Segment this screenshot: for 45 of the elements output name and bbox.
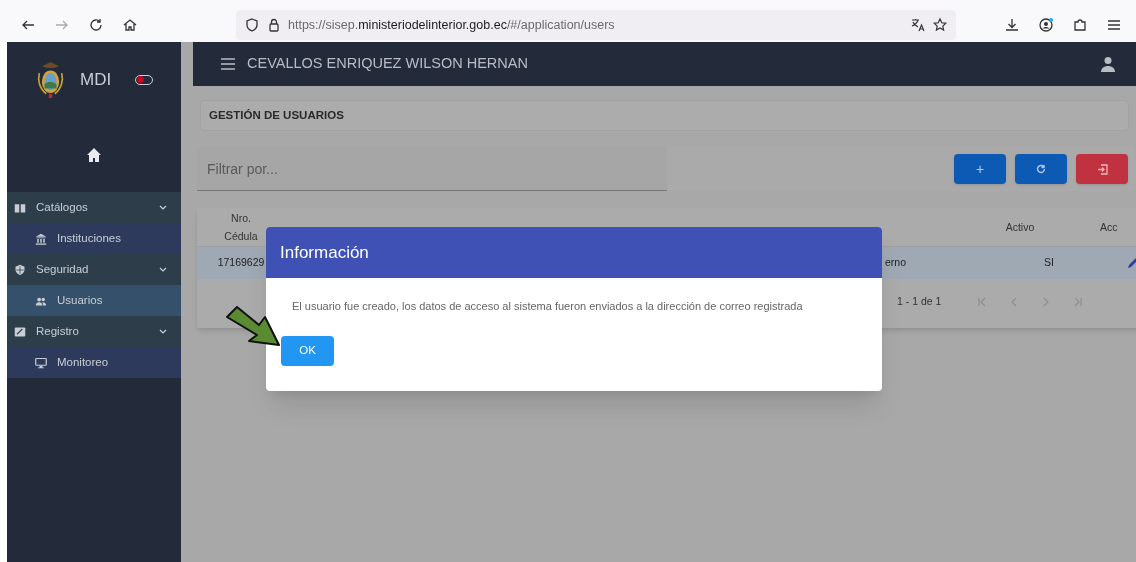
- lock-icon[interactable]: [266, 17, 282, 33]
- shield-icon: [14, 263, 26, 276]
- menu-item[interactable]: Usuarios: [7, 285, 181, 316]
- exit-icon: [1096, 163, 1108, 175]
- column-header: Nro. Cédula: [223, 211, 259, 244]
- page-title: GESTIÓN DE USUARIOS: [209, 107, 344, 123]
- home-icon[interactable]: [122, 17, 138, 33]
- download-icon[interactable]: [1004, 17, 1020, 33]
- dialog-message: El usuario fue creado, los datos de acceso al sistema fueron enviados a la dirección de correo registrada: [292, 299, 804, 314]
- table-cell-text: erno: [885, 255, 907, 271]
- menu-item[interactable]: Instituciones: [7, 223, 181, 254]
- bookmark-star-icon[interactable]: [932, 17, 948, 33]
- table-cell-text: SI: [1043, 255, 1055, 271]
- reload-icon[interactable]: [88, 17, 104, 33]
- home-icon[interactable]: [86, 146, 102, 163]
- menu-icon[interactable]: [221, 58, 235, 70]
- menu-icon[interactable]: [1106, 17, 1122, 33]
- user-icon[interactable]: [1100, 56, 1116, 72]
- arrow-icon: [225, 305, 281, 347]
- refresh-icon: [1036, 164, 1046, 174]
- chevron-icon: [159, 327, 167, 336]
- url-text: https://sisep.ministeriodelinterior.gob.ec/#/application/users: [288, 16, 615, 34]
- refresh-button[interactable]: [1015, 154, 1067, 184]
- shield-icon[interactable]: [244, 17, 260, 33]
- column-header: Acc: [1100, 220, 1119, 235]
- menu-group[interactable]: Seguridad: [7, 254, 181, 285]
- menu-group[interactable]: Registro: [7, 316, 181, 347]
- menu-group[interactable]: Catálogos: [7, 192, 181, 223]
- book-icon: [14, 201, 26, 214]
- dialog-title: Información: [280, 241, 369, 264]
- chevron-icon: [159, 265, 167, 274]
- user-name: CEVALLOS ENRIQUEZ WILSON HERNAN: [247, 54, 529, 74]
- bank-icon: [35, 232, 47, 245]
- add-button[interactable]: +: [954, 154, 1006, 184]
- translate-icon[interactable]: [910, 17, 926, 33]
- pencil-icon[interactable]: [1127, 257, 1136, 269]
- chevron-icon: [159, 203, 167, 212]
- address-bar[interactable]: https://sisep.ministeriodelinterior.gob.ec/#/application/users: [236, 10, 956, 40]
- table-cell-text: 17169629: [216, 255, 266, 271]
- account-icon[interactable]: [1038, 17, 1054, 33]
- column-header: Activo: [1004, 220, 1036, 235]
- paginator-range: 1 - 1 de 1: [897, 293, 942, 309]
- menu-item[interactable]: Monitoreo: [7, 347, 181, 378]
- monitor-icon: [35, 356, 47, 369]
- brand-text: MDI: [80, 68, 112, 91]
